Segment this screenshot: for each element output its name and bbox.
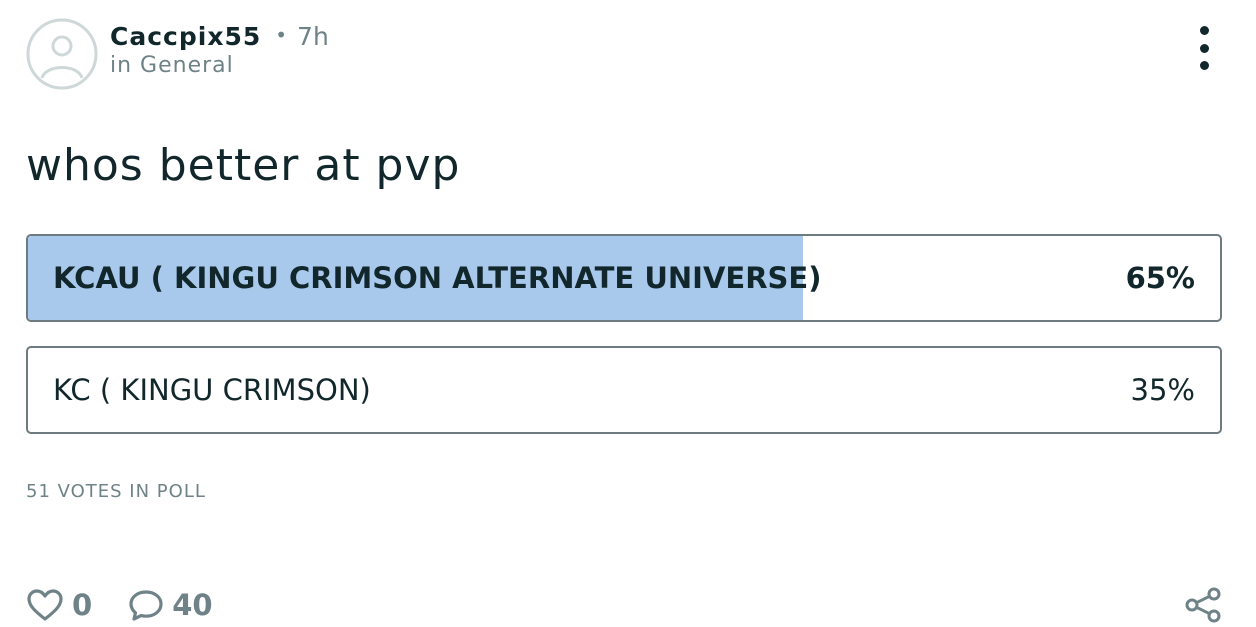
share-icon bbox=[1185, 587, 1221, 623]
community-link[interactable]: in General bbox=[110, 53, 329, 78]
poll-option-percent: 35% bbox=[1130, 373, 1195, 407]
post-header: Caccpix55 • 7h in General bbox=[26, 18, 1222, 90]
like-count: 0 bbox=[72, 588, 93, 622]
poll-option-label: KCAU ( KINGU CRIMSON ALTERNATE UNIVERSE) bbox=[53, 261, 822, 295]
share-button[interactable] bbox=[1184, 587, 1222, 623]
more-vertical-icon bbox=[1199, 26, 1209, 35]
post-title: whos better at pvp bbox=[26, 140, 461, 191]
comment-count: 40 bbox=[172, 588, 213, 622]
meta-separator: • bbox=[275, 23, 288, 47]
poll-vote-count: 51 VOTES IN POLL bbox=[26, 481, 206, 502]
post-time: 7h bbox=[297, 22, 329, 51]
more-options-button[interactable] bbox=[1190, 26, 1218, 70]
comment-bubble-icon bbox=[129, 590, 163, 621]
author-name[interactable]: Caccpix55 bbox=[110, 22, 261, 51]
post-footer: 0 40 bbox=[26, 584, 1222, 626]
post-meta: Caccpix55 • 7h in General bbox=[110, 22, 329, 78]
more-vertical-icon-dot bbox=[1199, 43, 1209, 53]
more-vertical-icon-dot bbox=[1199, 61, 1209, 70]
comment-button[interactable]: 40 bbox=[128, 588, 213, 622]
post-card: Caccpix55 • 7h in General whos better at… bbox=[0, 0, 1256, 627]
like-button[interactable]: 0 bbox=[26, 588, 92, 622]
heart-icon bbox=[27, 589, 63, 621]
poll-option[interactable]: KCAU ( KINGU CRIMSON ALTERNATE UNIVERSE)… bbox=[26, 234, 1222, 322]
poll-option-label: KC ( KINGU CRIMSON) bbox=[53, 373, 371, 407]
avatar[interactable] bbox=[26, 18, 98, 90]
poll-option-percent: 65% bbox=[1125, 261, 1195, 295]
poll-option[interactable]: KC ( KINGU CRIMSON) 35% bbox=[26, 346, 1222, 434]
poll: KCAU ( KINGU CRIMSON ALTERNATE UNIVERSE)… bbox=[26, 234, 1222, 458]
